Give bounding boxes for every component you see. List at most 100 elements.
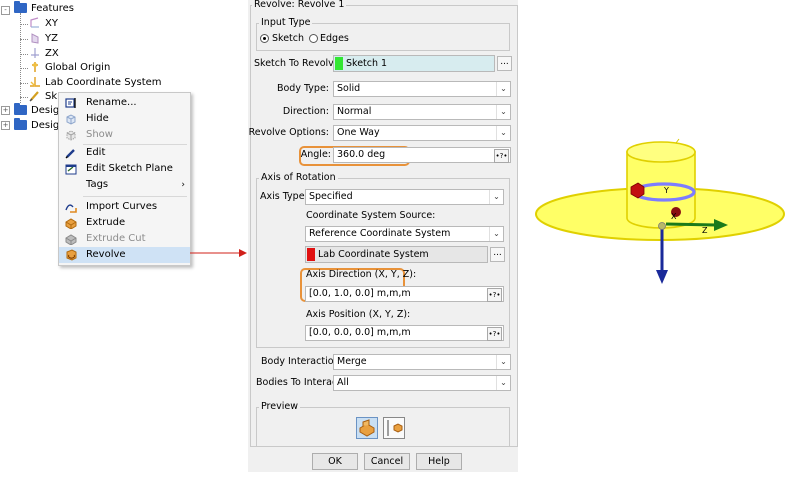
z-axis-line — [665, 222, 717, 227]
preview-outline-icon — [387, 420, 403, 436]
tree-expander[interactable]: + — [1, 106, 10, 115]
coordinate-system-field[interactable]: Lab Coordinate System — [305, 246, 488, 263]
sketch-plane-icon — [65, 163, 77, 175]
show-icon — [65, 129, 77, 141]
tree-connector — [20, 97, 28, 98]
input-type-title: Input Type — [259, 17, 313, 29]
menu-item-rename[interactable]: Rename... — [59, 95, 190, 111]
axis-type-select[interactable]: Specified ⌄ — [305, 189, 504, 205]
help-button[interactable]: Help — [416, 453, 462, 470]
menu-item-tags[interactable]: Tags › — [59, 177, 190, 193]
units-spin-icon[interactable]: •?• — [487, 288, 502, 302]
origin-icon — [29, 61, 41, 73]
body-type-select[interactable]: Solid ⌄ — [333, 81, 511, 97]
sketch-color-swatch — [335, 57, 343, 70]
ok-button[interactable]: OK — [312, 453, 358, 470]
units-spin-icon[interactable]: •?• — [487, 327, 502, 341]
plane-icon — [29, 47, 41, 59]
tree-expander[interactable]: + — [1, 121, 10, 130]
folder-icon — [14, 1, 27, 13]
radio-edges[interactable] — [309, 34, 318, 43]
units-spin-icon[interactable]: •?• — [494, 149, 509, 163]
cs-browse-button[interactable]: ... — [490, 247, 505, 262]
bodies-to-interact-select[interactable]: All ⌄ — [333, 375, 511, 391]
revolve-options-label: Revolve Options: — [248, 127, 329, 138]
tree-connector — [20, 83, 28, 84]
axis-position-label: Axis Position (X, Y, Z): — [306, 309, 411, 320]
axis-label-x: X — [671, 212, 677, 221]
radio-edges-label: Edges — [320, 33, 349, 44]
3d-viewport[interactable]: Y X Z — [530, 130, 790, 290]
coordinate-system-icon — [29, 76, 41, 88]
rename-icon — [65, 97, 77, 109]
menu-item-edit[interactable]: Edit — [59, 145, 190, 161]
cancel-button[interactable]: Cancel — [364, 453, 410, 470]
context-menu: Rename... Hide Show Edit Edit Sketch Pla… — [58, 92, 191, 266]
tree-root-features[interactable]: Features — [14, 1, 74, 17]
axis-type-label: Axis Type: — [260, 191, 308, 202]
cylinder-top — [626, 141, 696, 163]
body-type-label: Body Type: — [276, 83, 329, 94]
menu-item-extrude[interactable]: Extrude — [59, 215, 190, 231]
angle-input[interactable]: 360.0 deg •?• — [333, 147, 511, 163]
axis-label-z: Z — [702, 226, 708, 235]
chevron-down-icon: ⌄ — [496, 126, 510, 140]
tree-expander[interactable]: - — [1, 6, 10, 15]
plane-icon — [29, 17, 41, 29]
cs-source-select[interactable]: Reference Coordinate System ⌄ — [305, 226, 504, 242]
bodies-to-interact-label: Bodies To Interact — [256, 377, 341, 388]
chevron-down-icon: ⌄ — [496, 376, 510, 390]
menu-item-edit-sketch-plane[interactable]: Edit Sketch Plane — [59, 161, 190, 177]
tree-connector — [20, 54, 28, 55]
tree-item-yz[interactable]: YZ — [29, 31, 58, 47]
sketch-to-revolve-label: Sketch To Revolve: — [254, 58, 343, 69]
radio-sketch-label: Sketch — [272, 33, 305, 44]
revolve-icon — [65, 249, 77, 261]
direction-select[interactable]: Normal ⌄ — [333, 104, 511, 120]
body-interaction-label: Body Interaction — [261, 356, 340, 367]
angle-label: Angle: — [300, 149, 331, 160]
seam-tick — [675, 138, 680, 144]
menu-item-show[interactable]: Show — [59, 127, 190, 143]
revolve-dialog: Revolve: Revolve 1 Input Type Sketch Edg… — [248, 0, 518, 472]
chevron-down-icon: ⌄ — [496, 82, 510, 96]
menu-item-import-curves[interactable]: Import Curves — [59, 199, 190, 215]
tree-item-design[interactable]: Desig — [14, 103, 59, 119]
body-interaction-select[interactable]: Merge ⌄ — [333, 354, 511, 370]
extrude-icon — [65, 217, 77, 230]
sketch-to-revolve-field[interactable]: Sketch 1 — [333, 55, 495, 72]
submenu-arrow-icon: › — [181, 180, 185, 190]
tree-connector — [20, 39, 28, 40]
tree-connector — [20, 13, 21, 103]
axis-pivot — [658, 222, 666, 230]
menu-item-revolve[interactable]: Revolve — [59, 247, 190, 263]
plane-icon — [29, 32, 41, 44]
axis-position-input[interactable]: [0.0, 0.0, 0.0] m,m,m •?• — [305, 325, 504, 341]
cs-source-label: Coordinate System Source: — [306, 210, 436, 221]
preview-solid-button[interactable] — [356, 417, 378, 439]
chevron-down-icon: ⌄ — [496, 105, 510, 119]
tree-item-design[interactable]: Desig — [14, 118, 59, 134]
revolve-options-select[interactable]: One Way ⌄ — [333, 125, 511, 141]
menu-item-hide[interactable]: Hide — [59, 111, 190, 127]
tree-item-xy[interactable]: XY — [29, 16, 58, 32]
axis-label-y: Y — [663, 186, 669, 195]
preview-title: Preview — [259, 401, 300, 413]
extrude-cut-icon — [65, 233, 77, 246]
sketch-icon — [29, 90, 41, 102]
axis-direction-label: Axis Direction (X, Y, Z): — [306, 269, 417, 280]
preview-outline-button[interactable] — [383, 417, 405, 439]
tree-connector — [20, 24, 28, 25]
axis-direction-input[interactable]: [0.0, 1.0, 0.0] m,m,m •?• — [305, 286, 504, 302]
radio-sketch[interactable] — [260, 34, 269, 43]
sketch-browse-button[interactable]: ... — [497, 56, 512, 71]
chevron-down-icon: ⌄ — [489, 190, 503, 204]
axis-of-rotation-title: Axis of Rotation — [259, 172, 338, 184]
tree-item-global-origin[interactable]: Global Origin — [29, 60, 110, 76]
folder-icon — [14, 118, 27, 130]
folder-icon — [14, 103, 27, 115]
menu-item-extrude-cut[interactable]: Extrude Cut — [59, 231, 190, 247]
chevron-down-icon: ⌄ — [489, 227, 503, 241]
vertical-axis-arrowhead — [656, 270, 668, 284]
preview-solid-icon — [359, 419, 375, 437]
